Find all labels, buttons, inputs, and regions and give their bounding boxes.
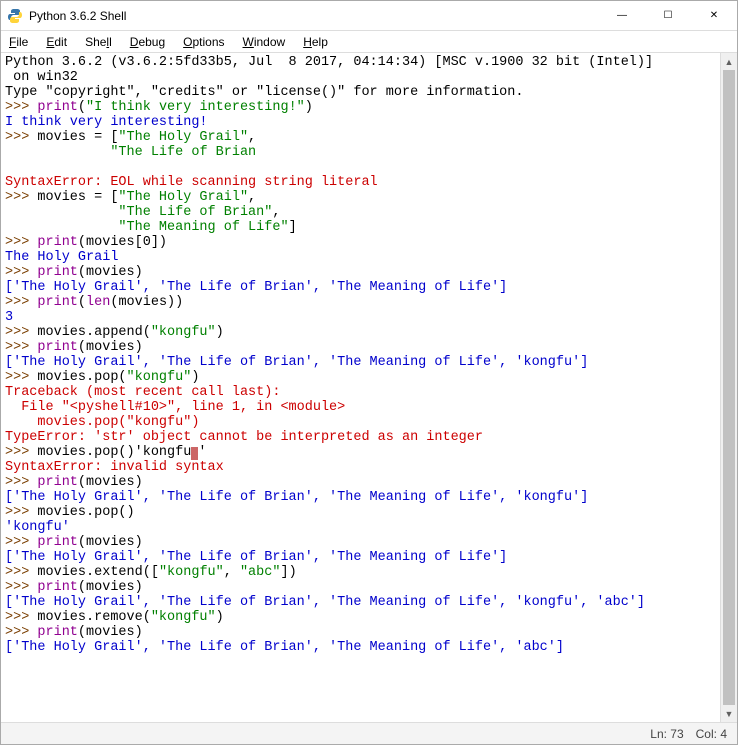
console-output[interactable]: Python 3.6.2 (v3.6.2:5fd33b5, Jul 8 2017…: [1, 53, 720, 722]
python-icon: [7, 8, 23, 24]
status-col: Col: 4: [696, 727, 727, 741]
scroll-down-icon[interactable]: ▼: [721, 705, 737, 722]
maximize-button[interactable]: ☐: [645, 1, 691, 30]
menu-debug[interactable]: Debug: [130, 35, 165, 49]
scroll-up-icon[interactable]: ▲: [721, 53, 737, 70]
scroll-thumb[interactable]: [723, 70, 735, 705]
vertical-scrollbar[interactable]: ▲ ▼: [720, 53, 737, 722]
menu-help[interactable]: Help: [303, 35, 328, 49]
window-title: Python 3.6.2 Shell: [29, 9, 599, 23]
menubar: File Edit Shell Debug Options Window Hel…: [1, 31, 737, 53]
titlebar: Python 3.6.2 Shell — ☐ ✕: [1, 1, 737, 31]
minimize-button[interactable]: —: [599, 1, 645, 30]
close-button[interactable]: ✕: [691, 1, 737, 30]
statusbar: Ln: 73 Col: 4: [1, 722, 737, 744]
banner: Python 3.6.2 (v3.6.2:5fd33b5, Jul 8 2017…: [5, 55, 653, 70]
menu-edit[interactable]: Edit: [46, 35, 67, 49]
window-controls: — ☐ ✕: [599, 1, 737, 30]
status-line: Ln: 73: [650, 727, 683, 741]
menu-options[interactable]: Options: [183, 35, 224, 49]
menu-file[interactable]: File: [9, 35, 28, 49]
menu-window[interactable]: Window: [243, 35, 286, 49]
menu-shell[interactable]: Shell: [85, 35, 112, 49]
